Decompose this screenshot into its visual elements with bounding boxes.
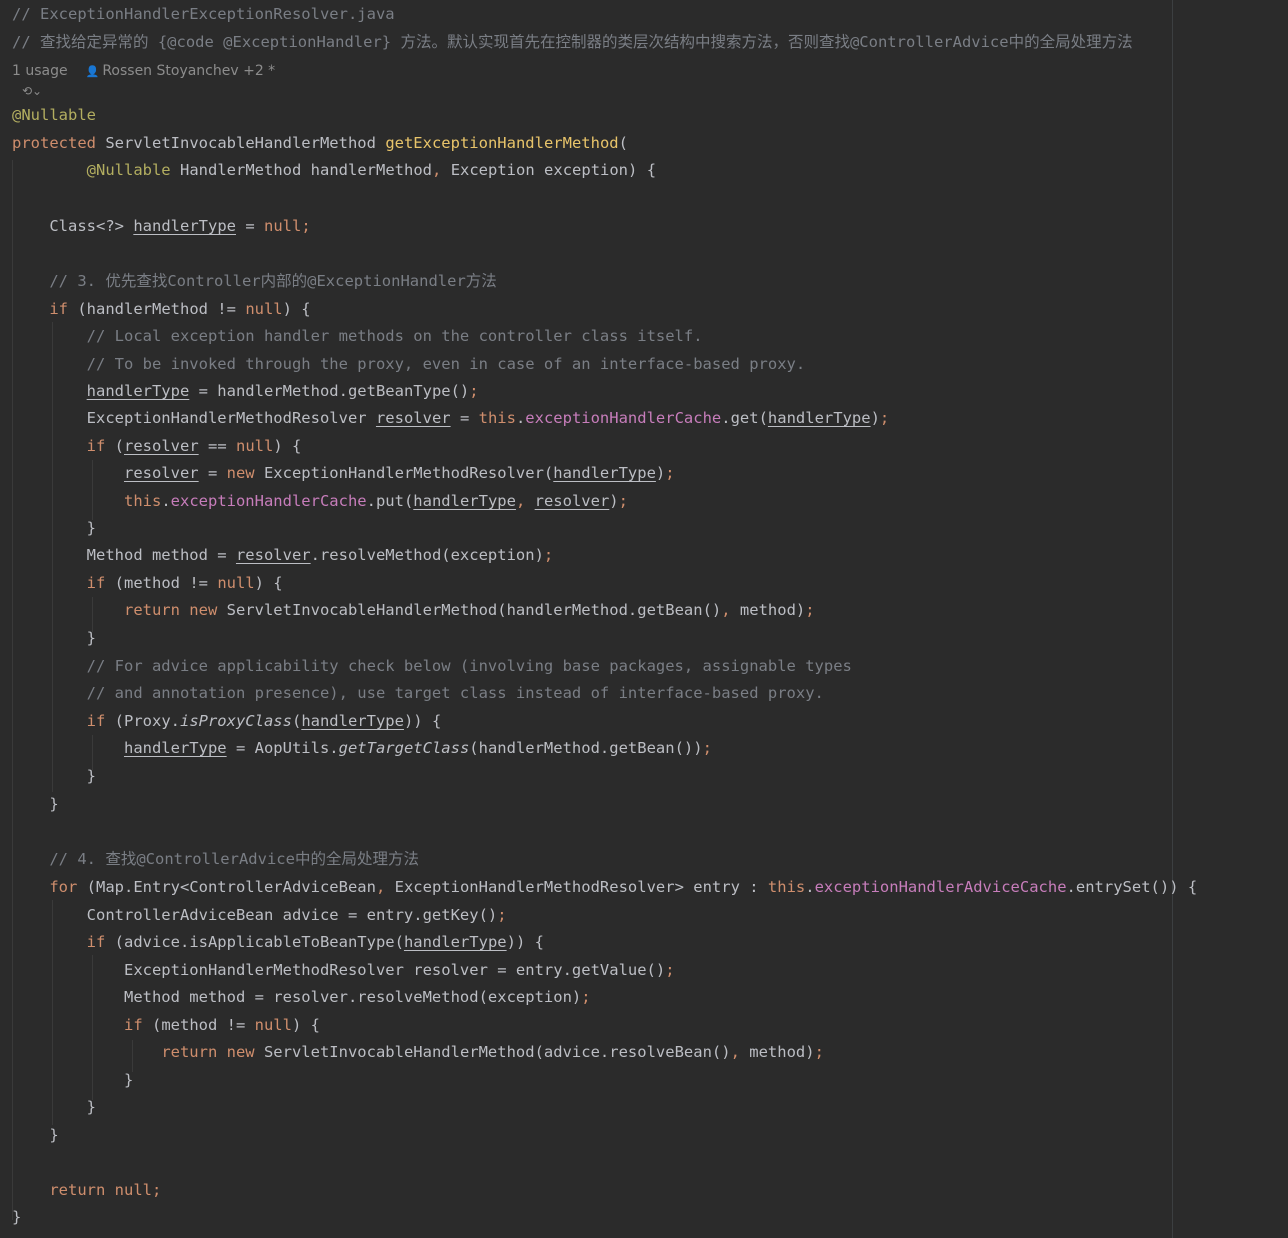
code-vision-inlay[interactable]: 1 usage 👤 Rossen Stoyanchev +2 * — [12, 61, 275, 81]
code-line: } — [12, 1208, 22, 1226]
code-line: return new ServletInvocableHandlerMethod… — [161, 1043, 824, 1061]
code-line: if (resolver == null) { — [86, 437, 302, 455]
code-line: } — [12, 1071, 134, 1089]
code-line: this.exceptionHandlerCache.put(handlerTy… — [123, 492, 628, 510]
comment-step4: // 4. 查找@ControllerAdvice中的全局处理方法 — [49, 850, 419, 868]
code-line: handlerType = AopUtils.getTargetClass(ha… — [123, 739, 712, 757]
author-link[interactable]: Rossen Stoyanchev +2 * — [102, 63, 275, 79]
code-line: if (advice.isApplicableToBeanType(handle… — [86, 933, 544, 951]
comment-line: // Local exception handler methods on th… — [86, 327, 703, 345]
right-margin-guide — [1172, 0, 1173, 1238]
comment-step3: // 3. 优先查找Controller内部的@ExceptionHandler… — [49, 272, 497, 290]
code-line: resolver = new ExceptionHandlerMethodRes… — [123, 464, 675, 482]
code-line: return null; — [49, 1181, 162, 1199]
file-comment: // ExceptionHandlerExceptionResolver.jav… — [12, 5, 395, 23]
code-line: for (Map.Entry<ControllerAdviceBean, Exc… — [49, 878, 1198, 896]
code-line: handlerType = handlerMethod.getBeanType(… — [86, 382, 479, 400]
return-type: ServletInvocableHandlerMethod — [105, 134, 376, 152]
code-line: Class<?> handlerType = null; — [12, 217, 311, 235]
comment-line: // To be invoked through the proxy, even… — [86, 355, 806, 373]
method-name: getExceptionHandlerMethod — [385, 134, 619, 152]
code-line: } — [12, 629, 96, 647]
code-line: } — [12, 1098, 96, 1116]
code-line: ExceptionHandlerMethodResolver resolver … — [12, 409, 890, 427]
code-line: if (method != null) { — [86, 574, 283, 592]
code-line: } — [12, 767, 96, 785]
code-line: if (handlerMethod != null) { — [49, 300, 311, 318]
method-signature: protected ServletInvocableHandlerMethod … — [12, 134, 628, 152]
comment-line: // For advice applicability check below … — [86, 657, 852, 675]
method-params: @Nullable HandlerMethod handlerMethod, E… — [86, 161, 657, 179]
code-line: } — [12, 795, 59, 813]
code-line: if (Proxy.isProxyClass(handlerType)) { — [86, 712, 442, 730]
code-line: Method method = resolver.resolveMethod(e… — [12, 546, 554, 564]
comment-line: // and annotation presence), use target … — [86, 684, 824, 702]
code-line: return new ServletInvocableHandlerMethod… — [123, 601, 815, 619]
code-line: ControllerAdviceBean advice = entry.getK… — [12, 906, 507, 924]
code-line: Method method = resolver.resolveMethod(e… — [12, 988, 591, 1006]
code-line: ExceptionHandlerMethodResolver resolver … — [12, 961, 675, 979]
nullable-annotation: @Nullable — [12, 106, 96, 124]
code-line: if (method != null) { — [123, 1016, 320, 1034]
doc-comment: // 查找给定异常的 {@code @ExceptionHandler} 方法。… — [12, 33, 1133, 51]
code-editor[interactable]: // ExceptionHandlerExceptionResolver.jav… — [0, 0, 1288, 1238]
code-line: } — [12, 519, 96, 537]
usages-link[interactable]: 1 usage — [12, 63, 68, 79]
person-icon: 👤 — [85, 65, 100, 78]
code-line: } — [12, 1126, 59, 1144]
kw-protected: protected — [12, 134, 96, 152]
ai-assist-icon[interactable]: ⟲⌄ — [22, 82, 42, 100]
